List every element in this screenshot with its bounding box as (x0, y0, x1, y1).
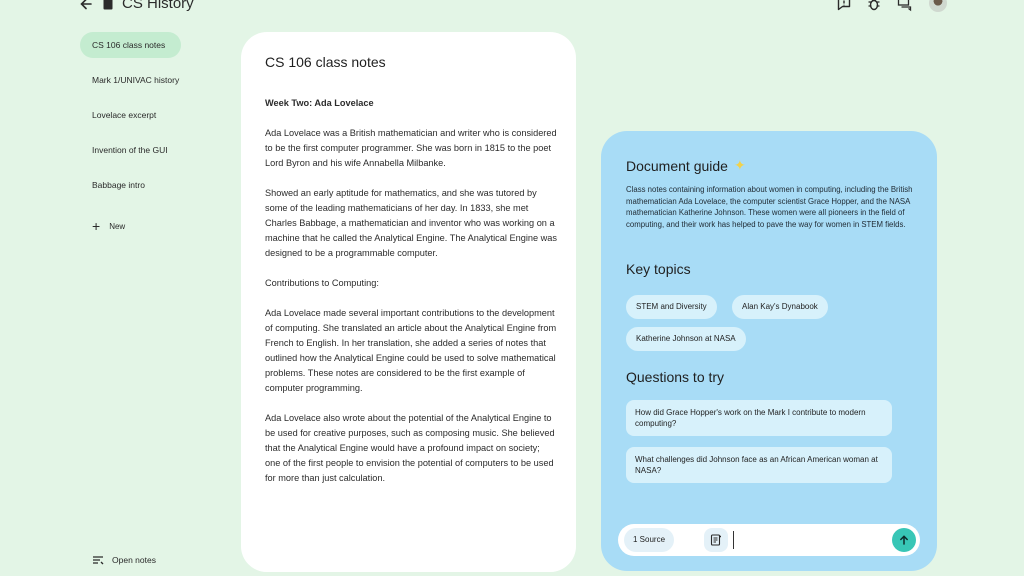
chat-input-bar: 1 Source (618, 524, 920, 556)
feedback-icon[interactable] (836, 0, 852, 12)
document-guide-panel: Document guide ✦ Class notes containing … (601, 131, 937, 571)
topic-chip[interactable]: Katherine Johnson at NASA (626, 327, 746, 351)
sidebar-item-cs106-notes[interactable]: CS 106 class notes (80, 32, 181, 58)
document-paragraph: Ada Lovelace was a British mathematician… (265, 128, 557, 168)
back-arrow-icon[interactable] (78, 0, 94, 12)
key-topics-title: Key topics (626, 261, 691, 277)
note-icon[interactable] (704, 528, 728, 552)
guide-summary: Class notes containing information about… (626, 185, 913, 229)
app-title: CS History (122, 0, 194, 12)
document-paragraph: Contributions to Computing: (265, 278, 379, 288)
document-panel[interactable]: CS 106 class notes Week Two: Ada Lovelac… (241, 32, 576, 572)
guide-title-text: Document guide (626, 157, 728, 174)
send-button[interactable] (892, 528, 916, 552)
top-bar: CS History (0, 0, 1024, 16)
arrow-up-icon (900, 535, 908, 545)
notes-list-icon (93, 556, 104, 565)
notebook-icon (103, 0, 113, 10)
topic-chip[interactable]: Alan Kay's Dynabook (732, 295, 828, 319)
document-body[interactable]: Week Two: Ada Lovelace Ada Lovelace was … (265, 96, 557, 501)
open-notes-label: Open notes (112, 555, 156, 565)
document-paragraph: Ada Lovelace also wrote about the potent… (265, 413, 555, 483)
suggested-question[interactable]: How did Grace Hopper's work on the Mark … (626, 400, 892, 436)
avatar[interactable] (929, 0, 947, 12)
chat-icon[interactable] (897, 0, 913, 12)
document-heading: Week Two: Ada Lovelace (265, 98, 374, 108)
document-title: CS 106 class notes (265, 54, 386, 70)
plus-icon: + (92, 218, 101, 234)
chat-input[interactable] (733, 531, 883, 549)
sparkle-icon: ✦ (733, 157, 746, 173)
new-label: New (109, 221, 126, 231)
questions-title: Questions to try (626, 369, 725, 385)
document-fade (241, 502, 576, 572)
sidebar-item-mark1-univac[interactable]: Mark 1/UNIVAC history (80, 67, 230, 93)
bug-icon[interactable] (866, 0, 882, 12)
document-paragraph: Showed an early aptitude for mathematics… (265, 188, 557, 258)
suggested-question[interactable]: What challenges did Johnson face as an A… (626, 447, 892, 483)
open-notes-button[interactable]: Open notes (92, 555, 156, 565)
document-paragraph: Ada Lovelace made several important cont… (265, 308, 557, 393)
guide-title: Document guide ✦ (626, 157, 746, 174)
new-button[interactable]: + New (80, 218, 125, 234)
topic-chip[interactable]: STEM and Diversity (626, 295, 717, 319)
sidebar: CS 106 class notes Mark 1/UNIVAC history… (80, 32, 230, 207)
source-chip[interactable]: 1 Source (624, 528, 675, 552)
sidebar-item-gui-invention[interactable]: Invention of the GUI (80, 137, 230, 163)
sidebar-item-lovelace-excerpt[interactable]: Lovelace excerpt (80, 102, 230, 128)
sidebar-item-babbage-intro[interactable]: Babbage intro (80, 172, 230, 198)
